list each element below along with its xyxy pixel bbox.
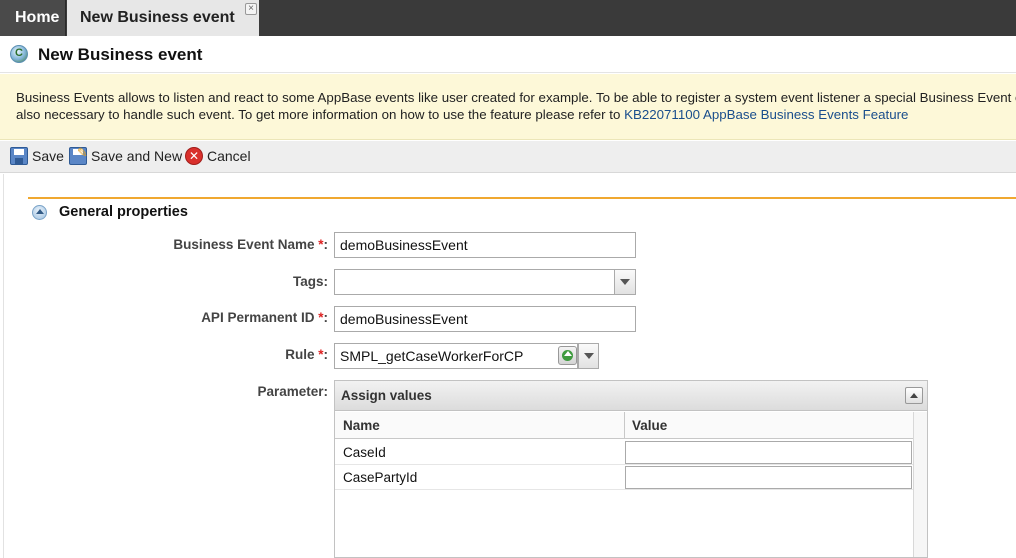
app-icon (10, 45, 28, 63)
save-and-new-button[interactable]: Save and New (69, 144, 183, 167)
tab-new-business-event[interactable]: New Business event × (67, 0, 259, 36)
tags-select[interactable] (334, 269, 636, 295)
save-button-label: Save (32, 148, 64, 164)
column-header-value[interactable]: Value (632, 418, 667, 433)
table-row: CaseId (335, 440, 913, 465)
assign-values-header: Assign values (335, 381, 927, 411)
business-event-name-input[interactable]: demoBusinessEvent (334, 232, 636, 258)
chevron-down-icon[interactable] (578, 343, 599, 369)
collapse-panel-icon[interactable] (905, 387, 923, 404)
scrollbar[interactable] (913, 412, 927, 557)
info-banner: Business Events allows to listen and rea… (0, 74, 1016, 140)
parameter-value-input[interactable] (625, 466, 912, 489)
business-event-name-label-text: Business Event Name (173, 237, 315, 252)
parameter-name: CasePartyId (343, 470, 418, 485)
api-permanent-id-label-text: API Permanent ID (201, 310, 315, 325)
rule-label: Rule *: (285, 347, 328, 362)
section-title: General properties (59, 204, 188, 220)
page-title: New Business event (38, 45, 203, 64)
assign-values-title: Assign values (341, 388, 432, 403)
table-row: CasePartyId (335, 465, 913, 490)
open-rule-icon[interactable] (558, 346, 577, 365)
page-header: New Business event (0, 36, 1016, 73)
close-icon[interactable]: × (245, 3, 257, 15)
column-divider[interactable] (624, 412, 625, 439)
save-and-new-label: Save and New (91, 148, 183, 164)
tab-home[interactable]: Home (0, 0, 66, 36)
info-line-2-text: also necessary to handle such event. To … (16, 107, 625, 122)
column-header-name[interactable]: Name (343, 418, 380, 433)
cancel-icon (185, 147, 203, 166)
cancel-button-label: Cancel (207, 148, 251, 164)
rule-label-text: Rule (285, 347, 315, 362)
tab-label: New Business event (80, 9, 235, 26)
chevron-down-icon[interactable] (614, 270, 635, 294)
rule-input[interactable]: SMPL_getCaseWorkerForCP (334, 343, 578, 369)
section-divider (28, 197, 1016, 199)
info-line-2: also necessary to handle such event. To … (16, 106, 1016, 123)
floppy-disk-icon (10, 147, 28, 166)
tags-label: Tags: (292, 274, 328, 289)
info-banner-text: Business Events allows to listen and rea… (16, 89, 1016, 123)
label-colon: : (323, 237, 329, 252)
kb-article-link[interactable]: KB22071100 AppBase Business Events Featu… (624, 107, 908, 122)
toolbar: Save Save and New Cancel (0, 141, 1016, 173)
assign-values-panel: Assign values Name Value CaseId CasePart… (334, 380, 928, 558)
parameter-value-input[interactable] (625, 441, 912, 464)
label-colon: : (323, 310, 329, 325)
business-event-name-label: Business Event Name *: (173, 237, 328, 252)
info-line-1: Business Events allows to listen and rea… (16, 90, 1016, 105)
api-permanent-id-input[interactable]: demoBusinessEvent (334, 306, 636, 332)
parameter-label: Parameter: (257, 384, 328, 399)
divider (3, 174, 4, 558)
label-colon: : (323, 347, 329, 362)
api-permanent-id-label: API Permanent ID *: (201, 310, 328, 325)
collapse-section-icon[interactable] (32, 205, 47, 220)
save-button[interactable]: Save (10, 147, 64, 167)
parameter-name: CaseId (343, 445, 386, 460)
tab-bar: Home New Business event × (0, 0, 1016, 36)
save-and-new-icon (69, 144, 88, 166)
cancel-button[interactable]: Cancel (185, 147, 251, 167)
